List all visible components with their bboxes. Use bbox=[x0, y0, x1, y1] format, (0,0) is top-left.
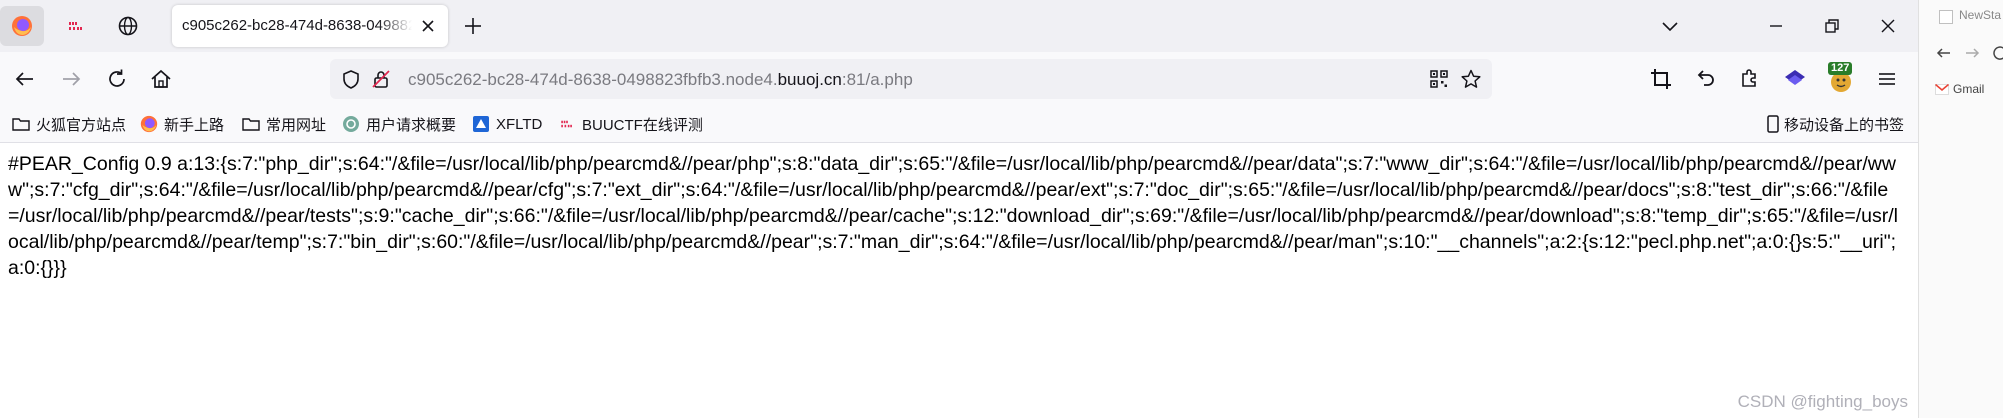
background-window-edge: NewSta Gmail bbox=[1918, 0, 2003, 418]
bookmark-label: BUUCTF在线评测 bbox=[582, 116, 703, 134]
browser-window: c905c262-bc28-474d-8638-0498823fbfb3.nod… bbox=[0, 0, 1918, 418]
gmail-label: Gmail bbox=[1953, 82, 1985, 96]
mobile-bookmarks-label: 移动设备上的书签 bbox=[1783, 116, 1904, 134]
extensions-icon[interactable] bbox=[1736, 66, 1762, 92]
gmail-bookmark[interactable]: Gmail bbox=[1935, 82, 1984, 96]
forward-arrow-icon[interactable] bbox=[58, 66, 84, 92]
chatgpt-icon bbox=[343, 116, 359, 132]
back-arrow-icon[interactable] bbox=[1935, 44, 1953, 62]
new-tab-icon[interactable] bbox=[460, 13, 486, 39]
tab-strip: c905c262-bc28-474d-8638-0498823fbfb3.nod… bbox=[0, 0, 1918, 52]
page-body-text: #PEAR_Config 0.9 a:13:{s:7:"php_dir";s:6… bbox=[8, 153, 1898, 279]
menu-icon[interactable] bbox=[1874, 66, 1900, 92]
globe-icon bbox=[118, 16, 138, 36]
firefox-icon bbox=[12, 16, 32, 36]
gmail-icon bbox=[1935, 83, 1949, 95]
restore-icon[interactable] bbox=[1820, 14, 1844, 38]
forward-arrow-icon[interactable] bbox=[1963, 44, 1981, 62]
folder-icon bbox=[12, 118, 30, 131]
url-domain: buuoj.cn bbox=[777, 70, 842, 89]
pinned-tab-globe[interactable] bbox=[106, 6, 150, 46]
buuctf-logo-icon bbox=[69, 22, 82, 30]
mobile-bookmarks[interactable]: 移动设备上的书签 bbox=[1766, 113, 1904, 135]
back-arrow-icon[interactable] bbox=[12, 66, 38, 92]
bookmarks-toolbar: 火狐官方站点 新手上路 常用网址 用户请求概要 XFLTD BUUCTF在线评测… bbox=[0, 106, 1918, 143]
bookmark-buuctf[interactable]: BUUCTF在线评测 bbox=[558, 113, 703, 135]
minimize-icon[interactable] bbox=[1764, 14, 1788, 38]
extension-count-badge: 127 bbox=[1828, 62, 1853, 75]
home-icon[interactable] bbox=[148, 66, 174, 92]
pinned-tab-buuctf[interactable] bbox=[54, 6, 98, 46]
folder-icon bbox=[242, 118, 260, 131]
bookmark-folder-common[interactable]: 常用网址 bbox=[242, 113, 326, 135]
url-bar[interactable]: c905c262-bc28-474d-8638-0498823fbfb3.nod… bbox=[330, 59, 1492, 99]
tab-active[interactable]: c905c262-bc28-474d-8638-0498823fbfb3.nod… bbox=[172, 5, 448, 47]
bookmark-xfltd[interactable]: XFLTD bbox=[472, 113, 542, 135]
crop-icon[interactable] bbox=[1648, 66, 1674, 92]
csdn-watermark: CSDN @fighting_boys bbox=[1737, 392, 1908, 411]
url-suffix: :81/a.php bbox=[841, 70, 913, 89]
bookmark-label: 火狐官方站点 bbox=[36, 116, 127, 134]
tab-title: c905c262-bc28-474d-8638-0498823fbfb3.nod… bbox=[182, 17, 412, 34]
url-text[interactable]: c905c262-bc28-474d-8638-0498823fbfb3.nod… bbox=[408, 70, 913, 90]
xfltd-icon bbox=[473, 116, 489, 132]
firefox-icon bbox=[140, 115, 158, 133]
bookmark-request-summary[interactable]: 用户请求概要 bbox=[342, 113, 456, 135]
close-tab-icon[interactable] bbox=[418, 16, 438, 36]
qr-code-icon[interactable] bbox=[1428, 68, 1450, 90]
side-news-label: NewSta bbox=[1959, 8, 2002, 22]
undo-icon[interactable] bbox=[1692, 66, 1718, 92]
bookmark-label: 常用网址 bbox=[266, 116, 327, 134]
mobile-device-icon bbox=[1767, 115, 1779, 133]
reload-icon[interactable] bbox=[104, 66, 130, 92]
buuctf-logo-icon bbox=[561, 120, 572, 128]
bookmark-folder-firefox[interactable]: 火狐官方站点 bbox=[12, 113, 126, 135]
url-prefix: c905c262-bc28-474d-8638-0498823fbfb3.nod… bbox=[408, 70, 778, 89]
bookmark-star-icon[interactable] bbox=[1460, 68, 1482, 90]
checkbox[interactable] bbox=[1939, 10, 1953, 24]
insecure-lock-icon[interactable] bbox=[370, 68, 392, 90]
close-window-icon[interactable] bbox=[1876, 14, 1900, 38]
bookmark-label: 新手上路 bbox=[164, 116, 225, 134]
firefox-view-button[interactable] bbox=[0, 6, 44, 46]
layers-extension-icon[interactable] bbox=[1782, 66, 1808, 92]
chevron-down-icon[interactable] bbox=[1658, 14, 1682, 38]
page-content: #PEAR_Config 0.9 a:13:{s:7:"php_dir";s:6… bbox=[0, 143, 1918, 418]
bookmark-label: XFLTD bbox=[496, 115, 543, 133]
navigation-toolbar: c905c262-bc28-474d-8638-0498823fbfb3.nod… bbox=[0, 52, 1918, 106]
bookmark-label: 用户请求概要 bbox=[366, 116, 457, 134]
reload-icon[interactable] bbox=[1991, 44, 2003, 62]
bookmark-getting-started[interactable]: 新手上路 bbox=[140, 113, 224, 135]
shield-icon[interactable] bbox=[340, 68, 362, 90]
